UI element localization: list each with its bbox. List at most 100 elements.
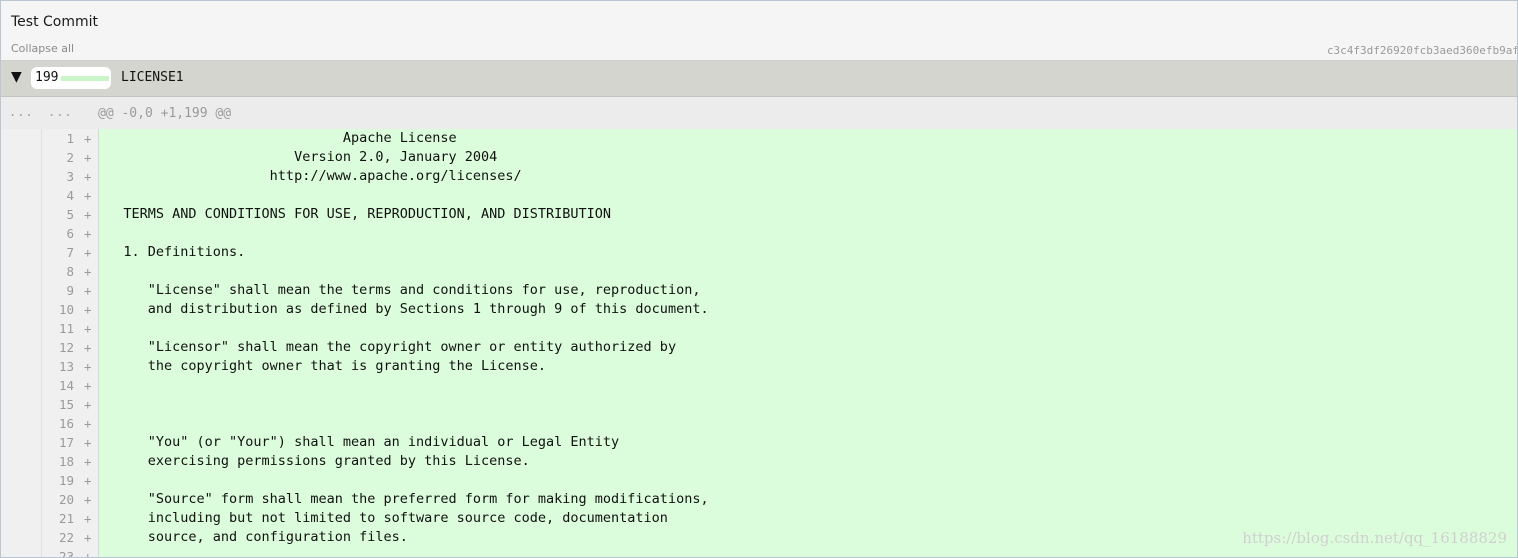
collapse-toggle-icon[interactable]: ▼ [11,69,22,85]
old-line-gutter [1,376,42,395]
code-text: Version 2.0, January 2004 [99,148,1517,167]
old-line-gutter [1,395,42,414]
diff-line: 13 + the copyright owner that is granting… [1,357,1517,376]
commit-header: Test Commit Collapse all c3c4f3df26920fc… [1,1,1517,61]
old-line-gutter [1,471,42,490]
line-number: 16 [58,416,74,431]
additions-bar [61,76,109,81]
watermark: https://blog.csdn.net/qq_16188829 [1242,529,1507,547]
diff-line: 11 + [1,319,1517,338]
added-marker: + [84,131,92,146]
code-text: TERMS AND CONDITIONS FOR USE, REPRODUCTI… [99,205,1517,224]
old-line-gutter [1,319,42,338]
code-text: "You" (or "Your") shall mean an individu… [99,433,1517,452]
new-line-gutter: 18 + [42,452,99,471]
diff-line: 6 + [1,224,1517,243]
hunk-header-row: ... ... @@ -0,0 +1,199 @@ [1,97,1517,129]
old-line-gutter [1,167,42,186]
new-line-gutter: 4 + [42,186,99,205]
diff-lines: 1 + Apache License 2 + Version 2.0, January… [1,129,1517,557]
old-line-gutter [1,186,42,205]
code-text [99,262,1517,281]
added-marker: + [84,397,92,412]
line-number: 6 [66,226,74,241]
added-marker: + [84,245,92,260]
diff-line: 14 + [1,376,1517,395]
new-line-gutter: 8 + [42,262,99,281]
code-text: http://www.apache.org/licenses/ [99,167,1517,186]
old-line-gutter [1,528,42,547]
code-text: and distribution as defined by Sections … [99,300,1517,319]
diff-line: 3 + http://www.apache.org/licenses/ [1,167,1517,186]
added-marker: + [84,207,92,222]
diff-line: 12 + "Licensor" shall mean the copyright … [1,338,1517,357]
added-marker: + [84,416,92,431]
old-line-gutter [1,129,42,148]
code-text: "License" shall mean the terms and condi… [99,281,1517,300]
new-line-gutter: 11 + [42,319,99,338]
new-line-gutter: 1 + [42,129,99,148]
diff-line: 7 + 1. Definitions. [1,243,1517,262]
commit-hash: c3c4f3df26920fcb3aed360efb9af [1326,44,1518,57]
collapse-all-link[interactable]: Collapse all [11,42,74,55]
diff-line: 2 + Version 2.0, January 2004 [1,148,1517,167]
code-text: "Source" form shall mean the preferred f… [99,490,1517,509]
added-marker: + [84,321,92,336]
new-line-gutter: 15 + [42,395,99,414]
diff-line: 10 + and distribution as defined by Secti… [1,300,1517,319]
line-number: 1 [66,131,74,146]
code-text [99,471,1517,490]
code-text: exercising permissions granted by this L… [99,452,1517,471]
added-marker: + [84,454,92,469]
code-text: "Licensor" shall mean the copyright owne… [99,338,1517,357]
line-number: 20 [58,492,74,507]
line-number: 2 [66,150,74,165]
diff-content[interactable]: ... ... @@ -0,0 +1,199 @@ 1 + Apache Lice… [1,97,1517,557]
old-line-gutter [1,509,42,528]
added-marker: + [84,492,92,507]
code-text [99,414,1517,433]
diff-line: 21 + including but not limited to softwar… [1,509,1517,528]
old-line-gutter [1,490,42,509]
diff-line: 16 + [1,414,1517,433]
diff-line: 18 + exercising permissions granted by th… [1,452,1517,471]
added-marker: + [84,530,92,545]
old-line-gutter [1,433,42,452]
file-header[interactable]: ▼ 199 LICENSE1 [1,61,1517,97]
code-text [99,224,1517,243]
line-count-badge: 199 [31,67,111,89]
line-number: 22 [58,530,74,545]
added-marker: + [84,473,92,488]
diff-line: 17 + "You" (or "Your") shall mean an indi… [1,433,1517,452]
new-line-gutter: 23 + [42,547,99,557]
diff-window: Test Commit Collapse all c3c4f3df26920fc… [0,0,1518,558]
new-line-gutter: 16 + [42,414,99,433]
code-text: including but not limited to software so… [99,509,1517,528]
line-count: 199 [35,70,59,85]
added-marker: + [84,302,92,317]
line-number: 13 [58,359,74,374]
new-line-gutter: 3 + [42,167,99,186]
diff-line: 9 + "License" shall mean the terms and co… [1,281,1517,300]
new-line-gutter: 2 + [42,148,99,167]
expand-new-icon[interactable]: ... [48,105,73,119]
hunk-header: @@ -0,0 +1,199 @@ [98,106,232,121]
diff-line: 5 + TERMS AND CONDITIONS FOR USE, REPRODU… [1,205,1517,224]
old-line-gutter [1,262,42,281]
added-marker: + [84,340,92,355]
code-text: 1. Definitions. [99,243,1517,262]
code-text [99,376,1517,395]
new-line-gutter: 13 + [42,357,99,376]
commit-title: Test Commit [11,14,99,30]
expand-old-icon[interactable]: ... [9,105,34,119]
line-number: 8 [66,264,74,279]
added-marker: + [84,264,92,279]
old-line-gutter [1,547,42,557]
line-number: 21 [58,511,74,526]
line-number: 18 [58,454,74,469]
new-line-gutter: 22 + [42,528,99,547]
diff-line: 20 + "Source" form shall mean the preferr… [1,490,1517,509]
new-line-gutter: 9 + [42,281,99,300]
line-number: 3 [66,169,74,184]
old-line-gutter [1,205,42,224]
